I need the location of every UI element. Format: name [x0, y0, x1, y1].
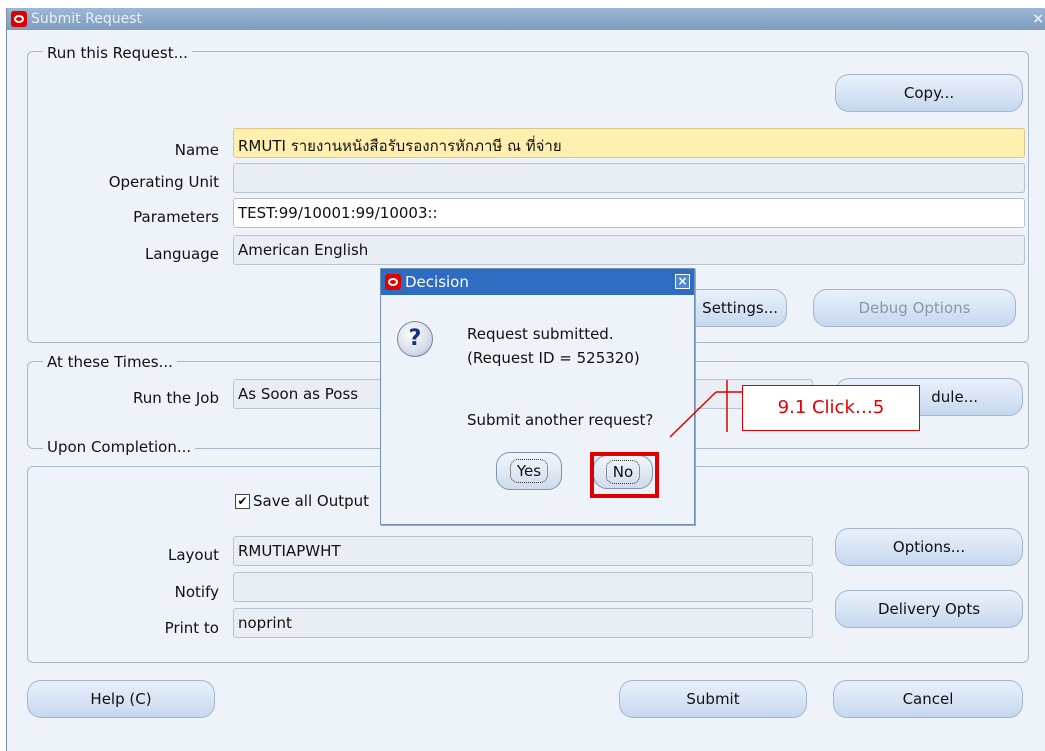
callout-leader-line: [669, 380, 742, 438]
leader-line: [669, 391, 717, 438]
instruction-callout: 9.1 Click…5: [742, 385, 920, 431]
